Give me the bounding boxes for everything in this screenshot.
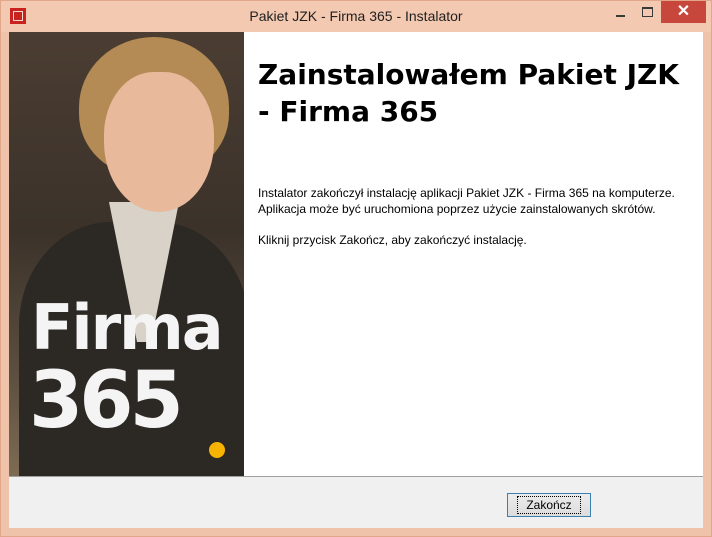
maximize-button[interactable] <box>634 1 661 23</box>
completion-message: Instalator zakończył instalację aplikacj… <box>258 186 675 216</box>
banner-logo-firma: Firma <box>31 291 224 364</box>
installer-content: Firma 365 Zainstalowałem Pakiet JZK - Fi… <box>9 32 703 528</box>
finish-button[interactable]: Zakończ <box>507 493 591 517</box>
side-banner-image: Firma 365 <box>9 32 244 476</box>
window-title: Pakiet JZK - Firma 365 - Instalator <box>249 8 463 24</box>
title-bar[interactable]: Pakiet JZK - Firma 365 - Instalator ✕ <box>1 1 711 32</box>
page-title: Zainstalowałem Pakiet JZK - Firma 365 <box>258 58 679 128</box>
close-icon: ✕ <box>676 3 691 20</box>
finish-instruction: Kliknij przycisk Zakończ, aby zakończyć … <box>258 233 527 247</box>
finish-page-panel: Zainstalowałem Pakiet JZK - Firma 365 In… <box>244 32 703 476</box>
banner-logo-dot <box>209 442 225 458</box>
finish-button-label: Zakończ <box>517 496 581 514</box>
minimize-icon <box>616 14 625 17</box>
installer-window: Pakiet JZK - Firma 365 - Instalator ✕ Fi… <box>0 0 712 537</box>
footer-divider <box>9 476 703 477</box>
maximize-icon <box>642 7 653 17</box>
close-button[interactable]: ✕ <box>661 1 706 23</box>
minimize-button[interactable] <box>607 1 634 23</box>
banner-logo-365: 365 <box>29 356 184 446</box>
